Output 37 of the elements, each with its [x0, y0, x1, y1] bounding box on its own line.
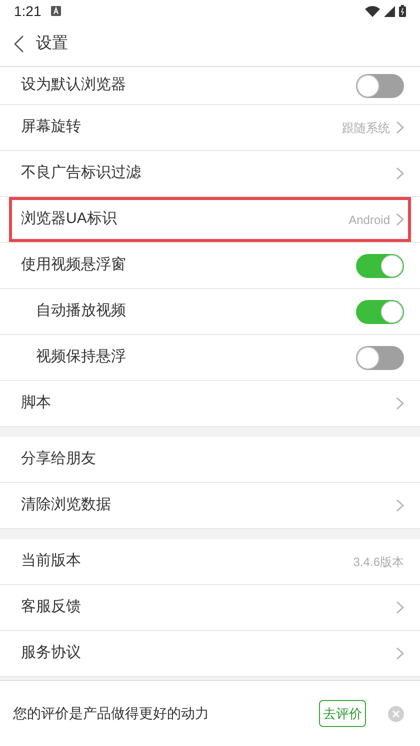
setting-label: 自动播放视频: [36, 301, 126, 322]
back-button[interactable]: [14, 34, 26, 54]
setting-label: 客服反馈: [21, 597, 81, 618]
page-title: 设置: [36, 34, 68, 54]
toggle-switch[interactable]: [356, 74, 404, 98]
signal-icon: [384, 6, 395, 16]
chevron-right-icon: [396, 647, 404, 660]
setting-label: 清除浏览数据: [21, 495, 111, 516]
setting-label: 不良广告标识过滤: [21, 163, 141, 184]
notification-icon: [51, 6, 62, 16]
setting-label: 分享给朋友: [21, 449, 96, 470]
setting-value: Android: [348, 212, 390, 228]
close-icon[interactable]: [388, 706, 404, 722]
setting-label: 屏幕旋转: [21, 117, 81, 138]
setting-value: 跟随系统: [342, 120, 390, 136]
setting-label: 浏览器UA标识: [21, 209, 117, 230]
banner-text: 您的评价是产品做得更好的动力: [13, 704, 210, 723]
status-time: 1:21: [14, 2, 42, 20]
chevron-right-icon: [396, 213, 404, 226]
setting-label: 服务协议: [21, 643, 81, 664]
setting-label: 设为默认浏览器: [21, 75, 126, 96]
chevron-right-icon: [396, 601, 404, 614]
battery-icon: [399, 5, 406, 17]
toggle-switch[interactable]: [356, 346, 404, 370]
setting-label: 使用视频悬浮窗: [21, 255, 126, 276]
chevron-right-icon: [396, 397, 404, 410]
setting-label: 当前版本: [21, 551, 81, 572]
chevron-right-icon: [396, 167, 404, 180]
chevron-right-icon: [396, 499, 404, 512]
chevron-right-icon: [396, 121, 404, 134]
wifi-icon: [365, 6, 380, 16]
setting-label: 视频保持悬浮: [36, 347, 126, 368]
rate-button[interactable]: 去评价: [319, 700, 366, 728]
toggle-switch[interactable]: [356, 300, 404, 324]
setting-label: 脚本: [21, 393, 51, 414]
setting-value: 3.4.6版本: [353, 554, 404, 570]
toggle-switch[interactable]: [356, 254, 404, 278]
